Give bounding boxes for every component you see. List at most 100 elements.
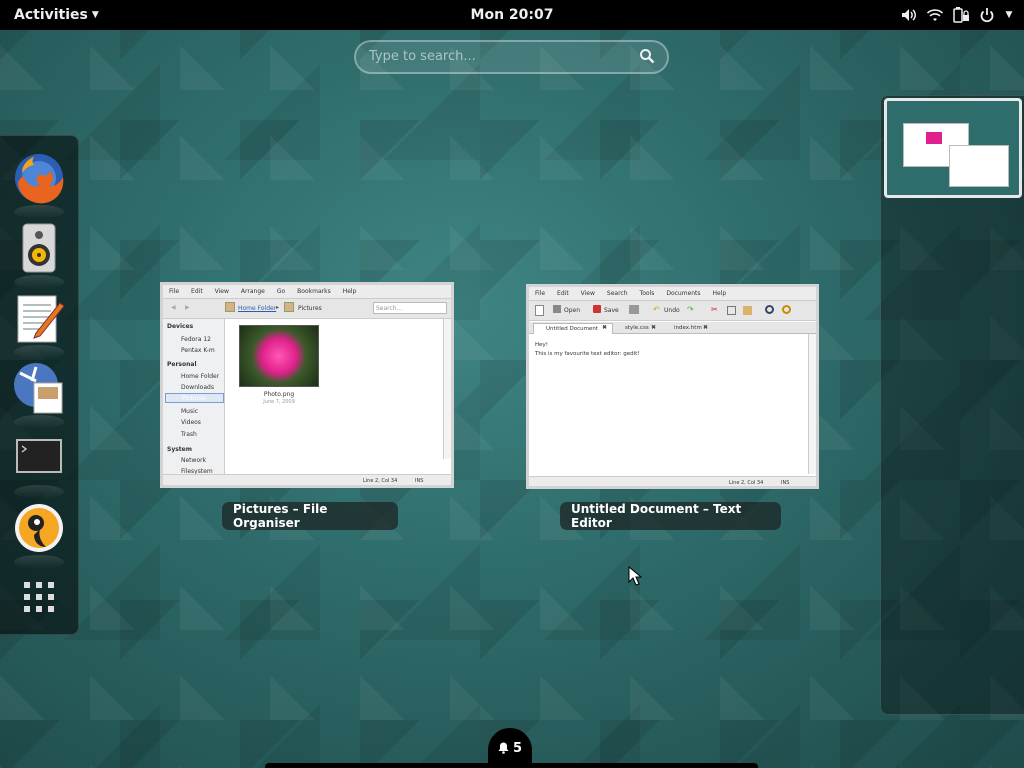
file-name[interactable]: Photo.png [239,391,319,398]
back-icon[interactable]: ◀ [171,304,176,311]
files-search-field[interactable]: Search... [373,302,447,314]
menu-view[interactable]: View [581,290,595,297]
close-icon[interactable]: ✖ [703,324,708,331]
files-statusbar: Line 2, Col 34 INS [163,474,451,485]
menu-help[interactable]: Help [343,288,357,295]
folder-icon [225,302,235,312]
power-icon[interactable] [978,5,996,25]
gedit-icon[interactable] [10,289,68,359]
menu-documents[interactable]: Documents [666,290,700,297]
menu-help[interactable]: Help [713,290,727,297]
workspace-window-editor [949,145,1009,187]
menu-arrange[interactable]: Arrange [241,288,265,295]
folder-icon [284,302,294,312]
editor-text-area[interactable]: Hey! This is my favourite text editor: g… [535,341,640,359]
redo-icon[interactable]: ↷ [687,305,694,314]
dash [0,135,79,635]
editor-window[interactable]: File Edit View Search Tools Documents He… [526,284,819,489]
sidebar-item-downloads[interactable]: Downloads [181,384,214,391]
paste-icon[interactable] [743,306,752,315]
text-line-1: Hey! [535,342,548,348]
sidebar-heading-personal: Personal [167,361,197,368]
new-document-icon[interactable] [535,305,544,316]
editor-statusbar: Line 2, Col 34 INS [529,476,816,486]
menu-tools[interactable]: Tools [640,290,655,297]
sidebar-item-music[interactable]: Music [181,408,198,415]
battery-lock-icon[interactable] [952,5,970,25]
editor-window-caption[interactable]: Untitled Document – Text Editor [560,502,781,530]
sidebar-item-trash[interactable]: Trash [181,431,197,438]
activities-label: Activities [14,7,88,23]
files-scrollbar[interactable] [443,319,451,459]
volume-icon[interactable] [900,5,918,25]
workspace-photo [926,132,942,144]
close-icon[interactable]: ✖ [651,324,656,331]
files-window-caption[interactable]: Pictures – File Organiser [222,502,398,530]
path-home[interactable]: Home Folder [238,305,276,312]
editor-caption-label: Untitled Document – Text Editor [571,502,742,530]
wifi-icon[interactable] [926,5,944,25]
clock: Mon 20:07 [0,7,1024,23]
activities-button[interactable]: Activities ▼ [14,7,99,23]
rhythmbox-icon[interactable] [10,219,68,289]
undo-button[interactable]: Undo [664,307,680,314]
sidebar-item-videos[interactable]: Videos [181,419,201,426]
path-pictures[interactable]: Pictures [298,305,322,312]
sidebar-item-pictures[interactable]: Pictures [165,393,224,403]
replace-icon[interactable] [782,305,791,314]
file-date: June 7, 2009 [263,399,295,405]
chevron-down-icon: ▼ [91,10,99,20]
menu-edit[interactable]: Edit [557,290,569,297]
copy-icon[interactable] [727,306,736,315]
menu-file[interactable]: File [169,288,179,295]
files-caption-label: Pictures – File Organiser [233,502,328,530]
bell-icon [498,742,509,754]
menu-search[interactable]: Search [607,290,628,297]
system-tray: ▼ [900,5,1014,25]
editor-tabbar: Untitled Document ✖ style.css ✖ index.ht… [529,322,816,334]
editor-scrollbar[interactable] [808,334,816,474]
chevron-down-icon[interactable]: ▼ [1004,5,1014,25]
status-mode: INS [781,480,790,486]
menu-bookmarks[interactable]: Bookmarks [297,288,331,295]
sidebar-item-home[interactable]: Home Folder [181,373,219,380]
message-tray-counter[interactable]: 5 [488,728,532,768]
photo-thumbnail[interactable] [239,325,319,387]
cut-icon[interactable]: ✂ [711,305,718,314]
firefox-icon[interactable] [10,149,68,219]
search-entry[interactable]: Type to search... [354,40,669,74]
forward-icon[interactable]: ▶ [185,304,190,311]
save-icon [593,305,601,313]
files-window[interactable]: File Edit View Arrange Go Bookmarks Help… [160,282,454,488]
help-icon[interactable] [10,499,68,569]
close-icon[interactable]: ✖ [602,324,607,331]
files-toolbar: ◀ ▶ Home Folder ▸ Pictures Search... [163,299,451,319]
open-button[interactable]: Open [564,307,580,314]
menu-view[interactable]: View [215,288,229,295]
tab-style-css[interactable]: style.css [625,325,649,331]
workspace-thumbnail-active[interactable] [884,98,1022,198]
find-icon[interactable] [765,305,774,314]
menu-edit[interactable]: Edit [191,288,203,295]
sidebar-heading-devices: Devices [167,323,194,330]
files-sidebar: Devices Fedora 12 Pentax K-m Personal Ho… [163,319,225,475]
save-button[interactable]: Save [604,307,619,314]
menu-file[interactable]: File [535,290,545,297]
files-icon[interactable] [10,359,68,429]
menu-go[interactable]: Go [277,288,285,295]
sidebar-item-network[interactable]: Network [181,457,206,464]
sidebar-item-fedora[interactable]: Fedora 12 [181,336,211,343]
notification-count: 5 [512,740,523,756]
clock-label[interactable]: Mon 20:07 [471,7,554,23]
print-icon[interactable] [629,305,639,314]
status-position: Line 2, Col 34 [363,478,398,484]
tab-untitled-document[interactable]: Untitled Document [533,323,613,334]
search-icon [639,48,655,68]
terminal-icon[interactable] [10,429,68,499]
path-separator-icon: ▸ [276,304,280,311]
top-bar: Activities ▼ Mon 20:07 ▼ [0,0,1024,30]
search-placeholder: Type to search... [369,49,476,64]
tab-index-htm[interactable]: index.htm [674,325,702,331]
show-applications-icon[interactable] [10,569,68,627]
sidebar-item-pentax[interactable]: Pentax K-m [181,347,215,354]
